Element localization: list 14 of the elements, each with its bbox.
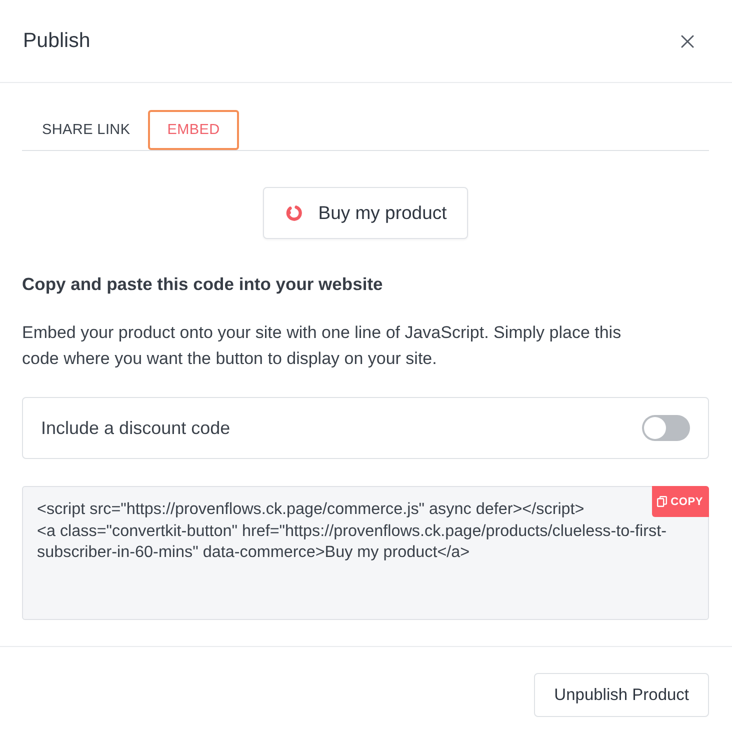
tab[interactable]: SHARE LINK: [22, 110, 148, 150]
unpublish-button[interactable]: Unpublish Product: [534, 673, 709, 717]
ring-logo-icon: [285, 204, 304, 222]
toggle-switch[interactable]: [642, 415, 690, 441]
code-line: <script src="https://provenflows.ck.page/commerce.js" async defer></script>: [37, 499, 584, 520]
close-button[interactable]: [681, 34, 694, 48]
copy-icon: [656, 496, 667, 507]
code-line: <a class="convertkit-button" href="https://provenflows.ck.page/products/clueless-to-first-subscriber-in-60-mins" data-commerce>Buy my product</a>: [37, 520, 668, 563]
discount-label: Include a discount code: [41, 418, 230, 438]
buy-product-button[interactable]: Buy my product: [263, 187, 468, 239]
dialog-title: Publish: [23, 29, 90, 53]
instructions-text: Embed your product onto your site with one line of JavaScript. Simply place this code where you want the button to display on your site.: [22, 322, 622, 370]
close-icon: [681, 34, 694, 48]
section-heading: Copy and paste this code into your website: [22, 273, 384, 296]
